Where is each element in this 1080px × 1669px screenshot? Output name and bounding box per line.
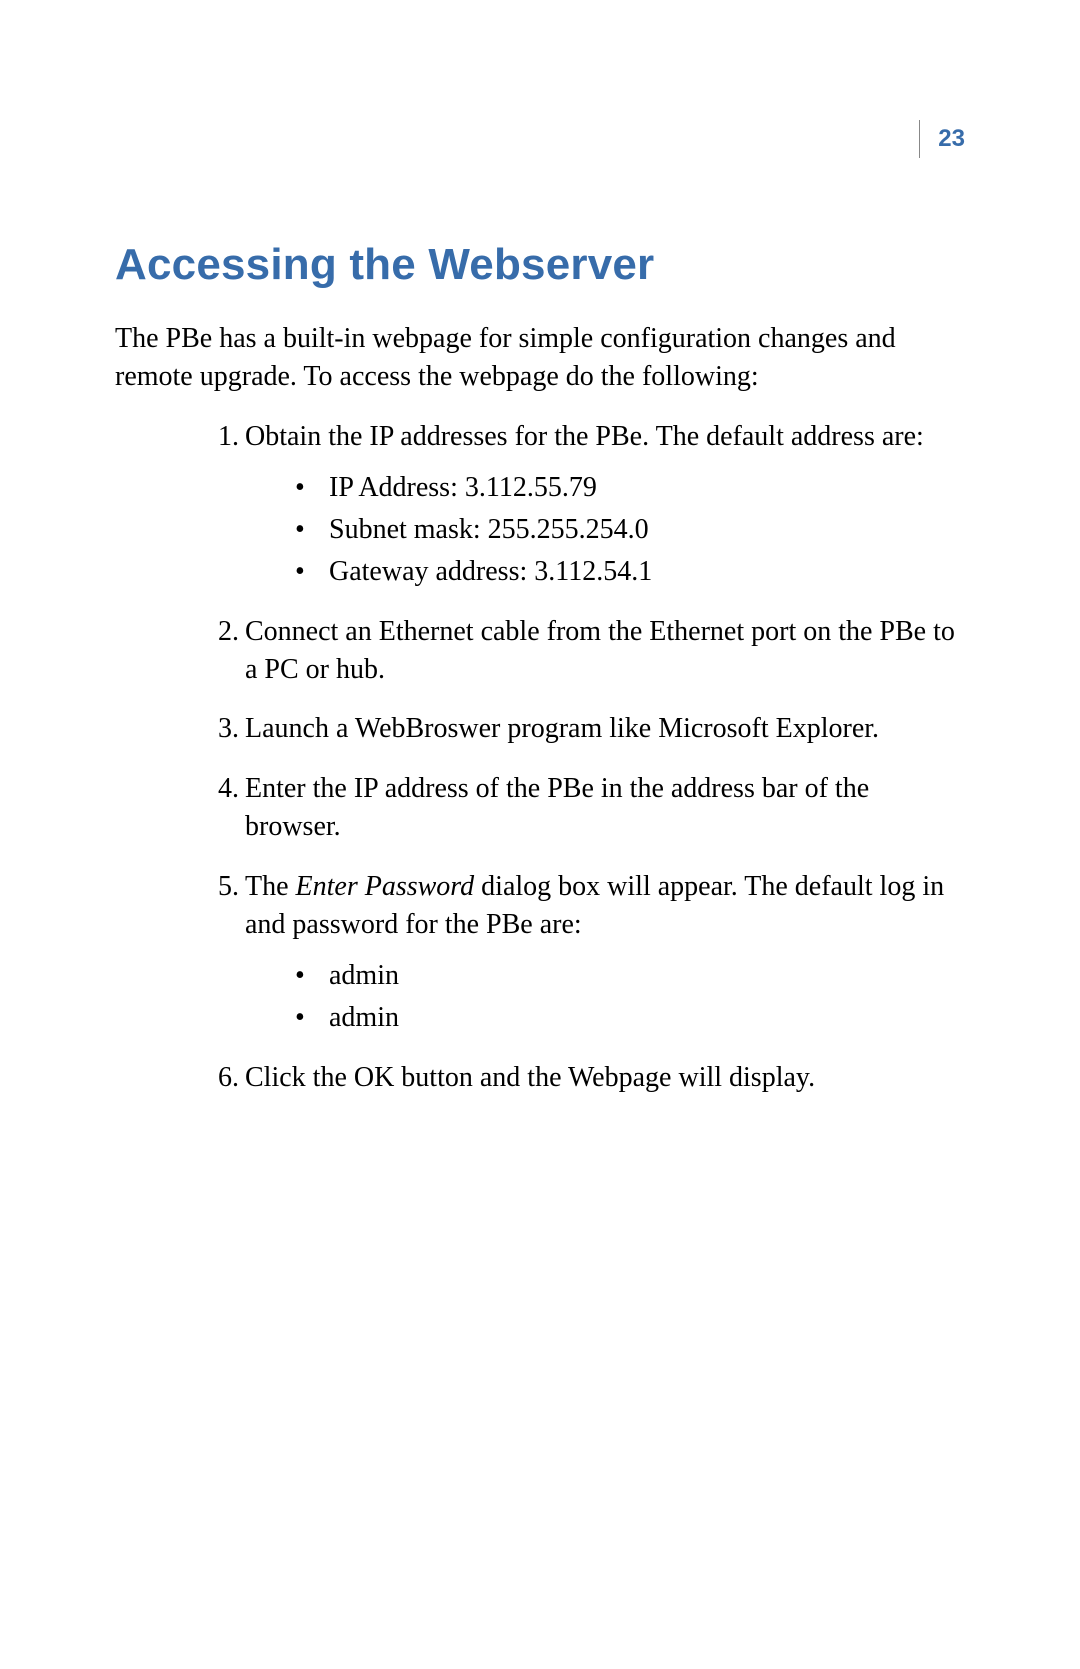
intro-paragraph: The PBe has a built-in webpage for simpl… xyxy=(115,320,965,396)
page-title: Accessing the Webserver xyxy=(115,240,965,290)
list-item: Subnet mask: 255.255.254.0 xyxy=(295,511,965,549)
step-text: The Enter Password dialog box will appea… xyxy=(245,871,944,940)
page-number: 23 xyxy=(919,120,965,158)
step-2: 2. Connect an Ethernet cable from the Et… xyxy=(205,613,965,689)
list-item: IP Address: 3.112.55.79 xyxy=(295,469,965,507)
step-4: 4. Enter the IP address of the PBe in th… xyxy=(205,770,965,846)
step-text: Click the OK button and the Webpage will… xyxy=(245,1062,815,1093)
page-header: 23 xyxy=(115,120,965,180)
step-text: Launch a WebBroswer program like Microso… xyxy=(245,713,879,744)
step-text: Obtain the IP addresses for the PBe. The… xyxy=(245,421,924,452)
step-text-before: The xyxy=(245,871,296,902)
step-text: Enter the IP address of the PBe in the a… xyxy=(245,773,869,842)
list-item: Gateway address: 3.112.54.1 xyxy=(295,553,965,591)
list-item: admin xyxy=(295,999,965,1037)
step-1-sublist: IP Address: 3.112.55.79 Subnet mask: 255… xyxy=(245,469,965,590)
step-number: 1. xyxy=(205,418,239,456)
step-3: 3. Launch a WebBroswer program like Micr… xyxy=(205,710,965,748)
step-number: 6. xyxy=(205,1059,239,1097)
step-number: 2. xyxy=(205,613,239,651)
document-page: 23 Accessing the Webserver The PBe has a… xyxy=(0,0,1080,1669)
step-number: 4. xyxy=(205,770,239,808)
step-text-italic: Enter Password xyxy=(296,871,475,902)
step-1: 1. Obtain the IP addresses for the PBe. … xyxy=(205,418,965,591)
step-number: 5. xyxy=(205,868,239,906)
step-text: Connect an Ethernet cable from the Ether… xyxy=(245,616,955,685)
step-5: 5. The Enter Password dialog box will ap… xyxy=(205,868,965,1037)
steps-list: 1. Obtain the IP addresses for the PBe. … xyxy=(115,418,965,1097)
step-6: 6. Click the OK button and the Webpage w… xyxy=(205,1059,965,1097)
list-item: admin xyxy=(295,957,965,995)
step-5-sublist: admin admin xyxy=(245,957,965,1037)
step-number: 3. xyxy=(205,710,239,748)
